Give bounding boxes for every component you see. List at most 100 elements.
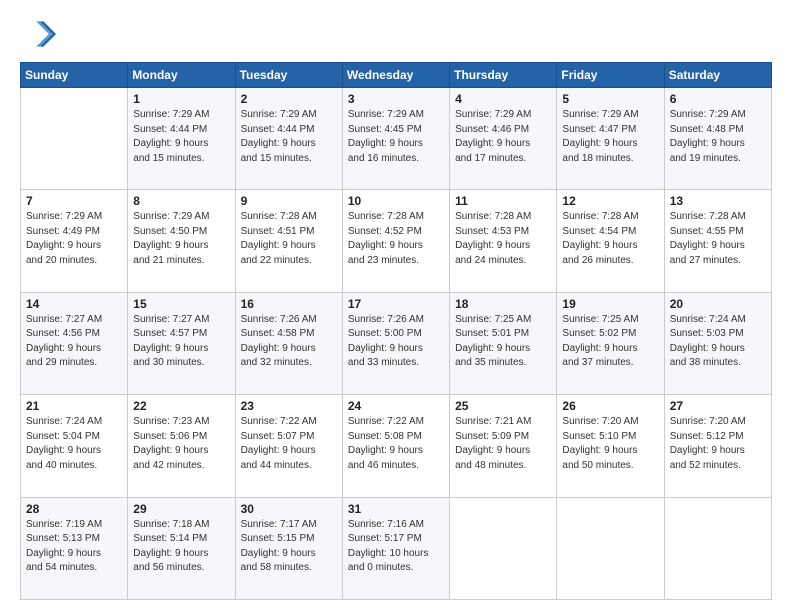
calendar-cell: 16Sunrise: 7:26 AMSunset: 4:58 PMDayligh… (235, 292, 342, 394)
weekday-header-saturday: Saturday (664, 63, 771, 88)
day-number: 28 (26, 502, 122, 516)
calendar-cell: 13Sunrise: 7:28 AMSunset: 4:55 PMDayligh… (664, 190, 771, 292)
day-info: Sunrise: 7:24 AMSunset: 5:03 PMDaylight:… (670, 313, 766, 371)
calendar-cell: 6Sunrise: 7:29 AMSunset: 4:48 PMDaylight… (664, 88, 771, 190)
day-info: Sunrise: 7:20 AMSunset: 5:10 PMDaylight:… (562, 415, 658, 473)
day-number: 17 (348, 297, 444, 311)
calendar-cell: 26 Sunrise: 7:20 AMSunset: 5:10 PMDayligh… (557, 395, 664, 497)
calendar-cell: 27 Sunrise: 7:20 AMSunset: 5:12 PMDayligh… (664, 395, 771, 497)
day-info: Sunrise: 7:29 AMSunset: 4:50 PMDaylight:… (133, 210, 229, 268)
calendar-cell: 19 Sunrise: 7:25 AMSunset: 5:02 PMDayligh… (557, 292, 664, 394)
calendar-cell: 25Sunrise: 7:21 AMSunset: 5:09 PMDayligh… (450, 395, 557, 497)
weekday-header-friday: Friday (557, 63, 664, 88)
calendar-cell: 18 Sunrise: 7:25 AMSunset: 5:01 PMDayligh… (450, 292, 557, 394)
day-number: 19 (562, 297, 658, 311)
calendar-week-2: 7 Sunrise: 7:29 AMSunset: 4:49 PMDaylight… (21, 190, 772, 292)
day-info: Sunrise: 7:20 AMSunset: 5:12 PMDaylight:… (670, 415, 766, 473)
day-info: Sunrise: 7:29 AMSunset: 4:49 PMDaylight:… (26, 210, 122, 268)
calendar-cell: 9Sunrise: 7:28 AMSunset: 4:51 PMDaylight… (235, 190, 342, 292)
header (20, 16, 772, 52)
day-number: 30 (241, 502, 337, 516)
day-info: Sunrise: 7:28 AMSunset: 4:53 PMDaylight:… (455, 210, 551, 268)
day-info: Sunrise: 7:28 AMSunset: 4:51 PMDaylight:… (241, 210, 337, 268)
day-number: 8 (133, 194, 229, 208)
weekday-header-row: SundayMondayTuesdayWednesdayThursdayFrid… (21, 63, 772, 88)
weekday-header-sunday: Sunday (21, 63, 128, 88)
calendar-cell: 30 Sunrise: 7:17 AMSunset: 5:15 PMDayligh… (235, 497, 342, 599)
calendar-cell: 20 Sunrise: 7:24 AMSunset: 5:03 PMDayligh… (664, 292, 771, 394)
day-info: Sunrise: 7:29 AMSunset: 4:45 PMDaylight:… (348, 108, 444, 166)
weekday-header-thursday: Thursday (450, 63, 557, 88)
day-number: 2 (241, 92, 337, 106)
day-number: 11 (455, 194, 551, 208)
calendar-cell: 28 Sunrise: 7:19 AMSunset: 5:13 PMDayligh… (21, 497, 128, 599)
day-info: Sunrise: 7:19 AMSunset: 5:13 PMDaylight:… (26, 518, 122, 576)
day-info: Sunrise: 7:22 AMSunset: 5:07 PMDaylight:… (241, 415, 337, 473)
day-info: Sunrise: 7:29 AMSunset: 4:48 PMDaylight:… (670, 108, 766, 166)
day-number: 18 (455, 297, 551, 311)
day-number: 3 (348, 92, 444, 106)
day-number: 12 (562, 194, 658, 208)
day-number: 21 (26, 399, 122, 413)
day-number: 22 (133, 399, 229, 413)
calendar-cell: 15 Sunrise: 7:27 AMSunset: 4:57 PMDayligh… (128, 292, 235, 394)
calendar-table: SundayMondayTuesdayWednesdayThursdayFrid… (20, 62, 772, 600)
calendar-week-3: 14Sunrise: 7:27 AMSunset: 4:56 PMDayligh… (21, 292, 772, 394)
calendar-cell (450, 497, 557, 599)
day-info: Sunrise: 7:22 AMSunset: 5:08 PMDaylight:… (348, 415, 444, 473)
calendar-cell: 29 Sunrise: 7:18 AMSunset: 5:14 PMDayligh… (128, 497, 235, 599)
day-info: Sunrise: 7:25 AMSunset: 5:02 PMDaylight:… (562, 313, 658, 371)
logo (20, 16, 60, 52)
calendar-cell: 1 Sunrise: 7:29 AMSunset: 4:44 PMDaylight… (128, 88, 235, 190)
calendar-cell (664, 497, 771, 599)
calendar-cell: 23 Sunrise: 7:22 AMSunset: 5:07 PMDayligh… (235, 395, 342, 497)
day-info: Sunrise: 7:29 AMSunset: 4:46 PMDaylight:… (455, 108, 551, 166)
calendar-cell: 3 Sunrise: 7:29 AMSunset: 4:45 PMDaylight… (342, 88, 449, 190)
calendar-cell: 22 Sunrise: 7:23 AMSunset: 5:06 PMDayligh… (128, 395, 235, 497)
calendar-cell: 31 Sunrise: 7:16 AMSunset: 5:17 PMDayligh… (342, 497, 449, 599)
day-number: 26 (562, 399, 658, 413)
day-info: Sunrise: 7:28 AMSunset: 4:54 PMDaylight:… (562, 210, 658, 268)
calendar-cell: 17 Sunrise: 7:26 AMSunset: 5:00 PMDayligh… (342, 292, 449, 394)
day-number: 24 (348, 399, 444, 413)
day-number: 13 (670, 194, 766, 208)
calendar-cell: 10 Sunrise: 7:28 AMSunset: 4:52 PMDayligh… (342, 190, 449, 292)
day-info: Sunrise: 7:16 AMSunset: 5:17 PMDaylight:… (348, 518, 444, 576)
calendar-cell (21, 88, 128, 190)
day-info: Sunrise: 7:28 AMSunset: 4:52 PMDaylight:… (348, 210, 444, 268)
calendar-cell: 14Sunrise: 7:27 AMSunset: 4:56 PMDayligh… (21, 292, 128, 394)
day-number: 20 (670, 297, 766, 311)
day-number: 15 (133, 297, 229, 311)
day-number: 14 (26, 297, 122, 311)
calendar-cell: 11 Sunrise: 7:28 AMSunset: 4:53 PMDayligh… (450, 190, 557, 292)
calendar-cell: 5Sunrise: 7:29 AMSunset: 4:47 PMDaylight… (557, 88, 664, 190)
calendar-week-5: 28 Sunrise: 7:19 AMSunset: 5:13 PMDayligh… (21, 497, 772, 599)
calendar-cell: 4Sunrise: 7:29 AMSunset: 4:46 PMDaylight… (450, 88, 557, 190)
day-info: Sunrise: 7:17 AMSunset: 5:15 PMDaylight:… (241, 518, 337, 576)
day-info: Sunrise: 7:27 AMSunset: 4:57 PMDaylight:… (133, 313, 229, 371)
day-number: 29 (133, 502, 229, 516)
day-info: Sunrise: 7:18 AMSunset: 5:14 PMDaylight:… (133, 518, 229, 576)
calendar-cell: 2 Sunrise: 7:29 AMSunset: 4:44 PMDaylight… (235, 88, 342, 190)
day-number: 1 (133, 92, 229, 106)
weekday-header-wednesday: Wednesday (342, 63, 449, 88)
logo-icon (20, 16, 56, 52)
day-info: Sunrise: 7:26 AMSunset: 4:58 PMDaylight:… (241, 313, 337, 371)
day-info: Sunrise: 7:29 AMSunset: 4:44 PMDaylight:… (241, 108, 337, 166)
calendar-cell: 12 Sunrise: 7:28 AMSunset: 4:54 PMDayligh… (557, 190, 664, 292)
day-number: 7 (26, 194, 122, 208)
calendar-cell: 7 Sunrise: 7:29 AMSunset: 4:49 PMDaylight… (21, 190, 128, 292)
day-number: 10 (348, 194, 444, 208)
day-number: 27 (670, 399, 766, 413)
day-number: 5 (562, 92, 658, 106)
day-number: 23 (241, 399, 337, 413)
day-info: Sunrise: 7:29 AMSunset: 4:44 PMDaylight:… (133, 108, 229, 166)
page: SundayMondayTuesdayWednesdayThursdayFrid… (0, 0, 792, 612)
calendar-cell: 8 Sunrise: 7:29 AMSunset: 4:50 PMDaylight… (128, 190, 235, 292)
day-info: Sunrise: 7:24 AMSunset: 5:04 PMDaylight:… (26, 415, 122, 473)
day-number: 31 (348, 502, 444, 516)
day-info: Sunrise: 7:26 AMSunset: 5:00 PMDaylight:… (348, 313, 444, 371)
day-info: Sunrise: 7:23 AMSunset: 5:06 PMDaylight:… (133, 415, 229, 473)
calendar-week-4: 21 Sunrise: 7:24 AMSunset: 5:04 PMDayligh… (21, 395, 772, 497)
day-info: Sunrise: 7:25 AMSunset: 5:01 PMDaylight:… (455, 313, 551, 371)
